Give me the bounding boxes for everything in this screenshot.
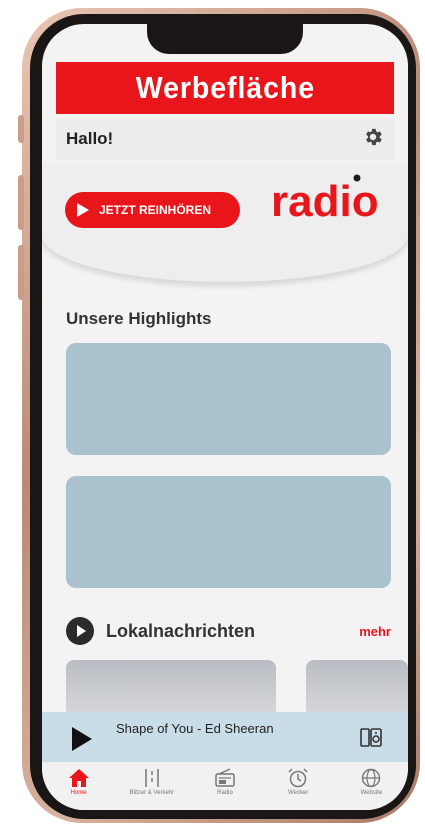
bottom-tab-bar: Home Blitzer & Verkehr Radio Wecker Webs… — [42, 762, 408, 810]
traffic-icon — [145, 769, 159, 787]
cast-speaker-icon[interactable] — [360, 728, 382, 748]
phone-screen: Werbefläche Hallo! JETZT REINHÖREN radio… — [42, 24, 408, 810]
tab-traffic[interactable]: Blitzer & Verkehr — [115, 762, 188, 810]
tab-label: Home — [70, 790, 87, 796]
highlights-title: Unsere Highlights — [66, 309, 212, 328]
phone-side-button — [18, 115, 24, 143]
tab-website[interactable]: Website — [335, 762, 408, 810]
now-playing-title: Shape of You - Ed Sheeran — [116, 721, 274, 736]
play-circle-icon — [66, 617, 94, 645]
play-icon — [77, 203, 89, 217]
news-section-header: Lokalnachrichten mehr — [66, 617, 391, 645]
greeting-header: Hallo! — [56, 118, 394, 160]
tab-label: Wecker — [288, 790, 309, 796]
news-tile[interactable] — [66, 660, 276, 720]
phone-side-button — [18, 175, 24, 230]
news-more-link[interactable]: mehr — [359, 624, 391, 639]
highlight-card[interactable] — [66, 343, 391, 455]
tab-home[interactable]: Home — [42, 762, 115, 810]
radio-logo: radio — [271, 174, 379, 226]
tab-label: Blitzer & Verkehr — [129, 790, 175, 796]
phone-notch — [147, 24, 303, 54]
news-title: Lokalnachrichten — [106, 620, 256, 641]
tab-alarm[interactable]: Wecker — [262, 762, 335, 810]
tab-label: Website — [360, 790, 383, 796]
highlight-card[interactable] — [66, 476, 391, 588]
radio-logo-text: radio — [271, 177, 379, 226]
globe-icon — [362, 768, 381, 788]
gear-icon[interactable] — [362, 126, 384, 153]
ad-banner-text: Werbefläche — [135, 70, 315, 105]
ad-banner[interactable]: Werbefläche — [56, 62, 394, 114]
tab-label: Radio — [217, 790, 233, 796]
greeting-text: Hallo! — [66, 129, 114, 148]
listen-now-label: JETZT REINHÖREN — [99, 203, 212, 217]
play-icon[interactable] — [72, 727, 92, 751]
home-icon — [68, 769, 89, 787]
mini-player[interactable]: Shape of You - Ed Sheeran — [42, 712, 408, 762]
phone-side-button — [18, 245, 24, 300]
alarm-icon — [288, 768, 308, 788]
news-tile[interactable] — [306, 660, 408, 720]
tab-radio[interactable]: Radio — [188, 762, 261, 810]
listen-now-button[interactable]: JETZT REINHÖREN — [65, 192, 240, 228]
radio-icon — [215, 768, 235, 787]
